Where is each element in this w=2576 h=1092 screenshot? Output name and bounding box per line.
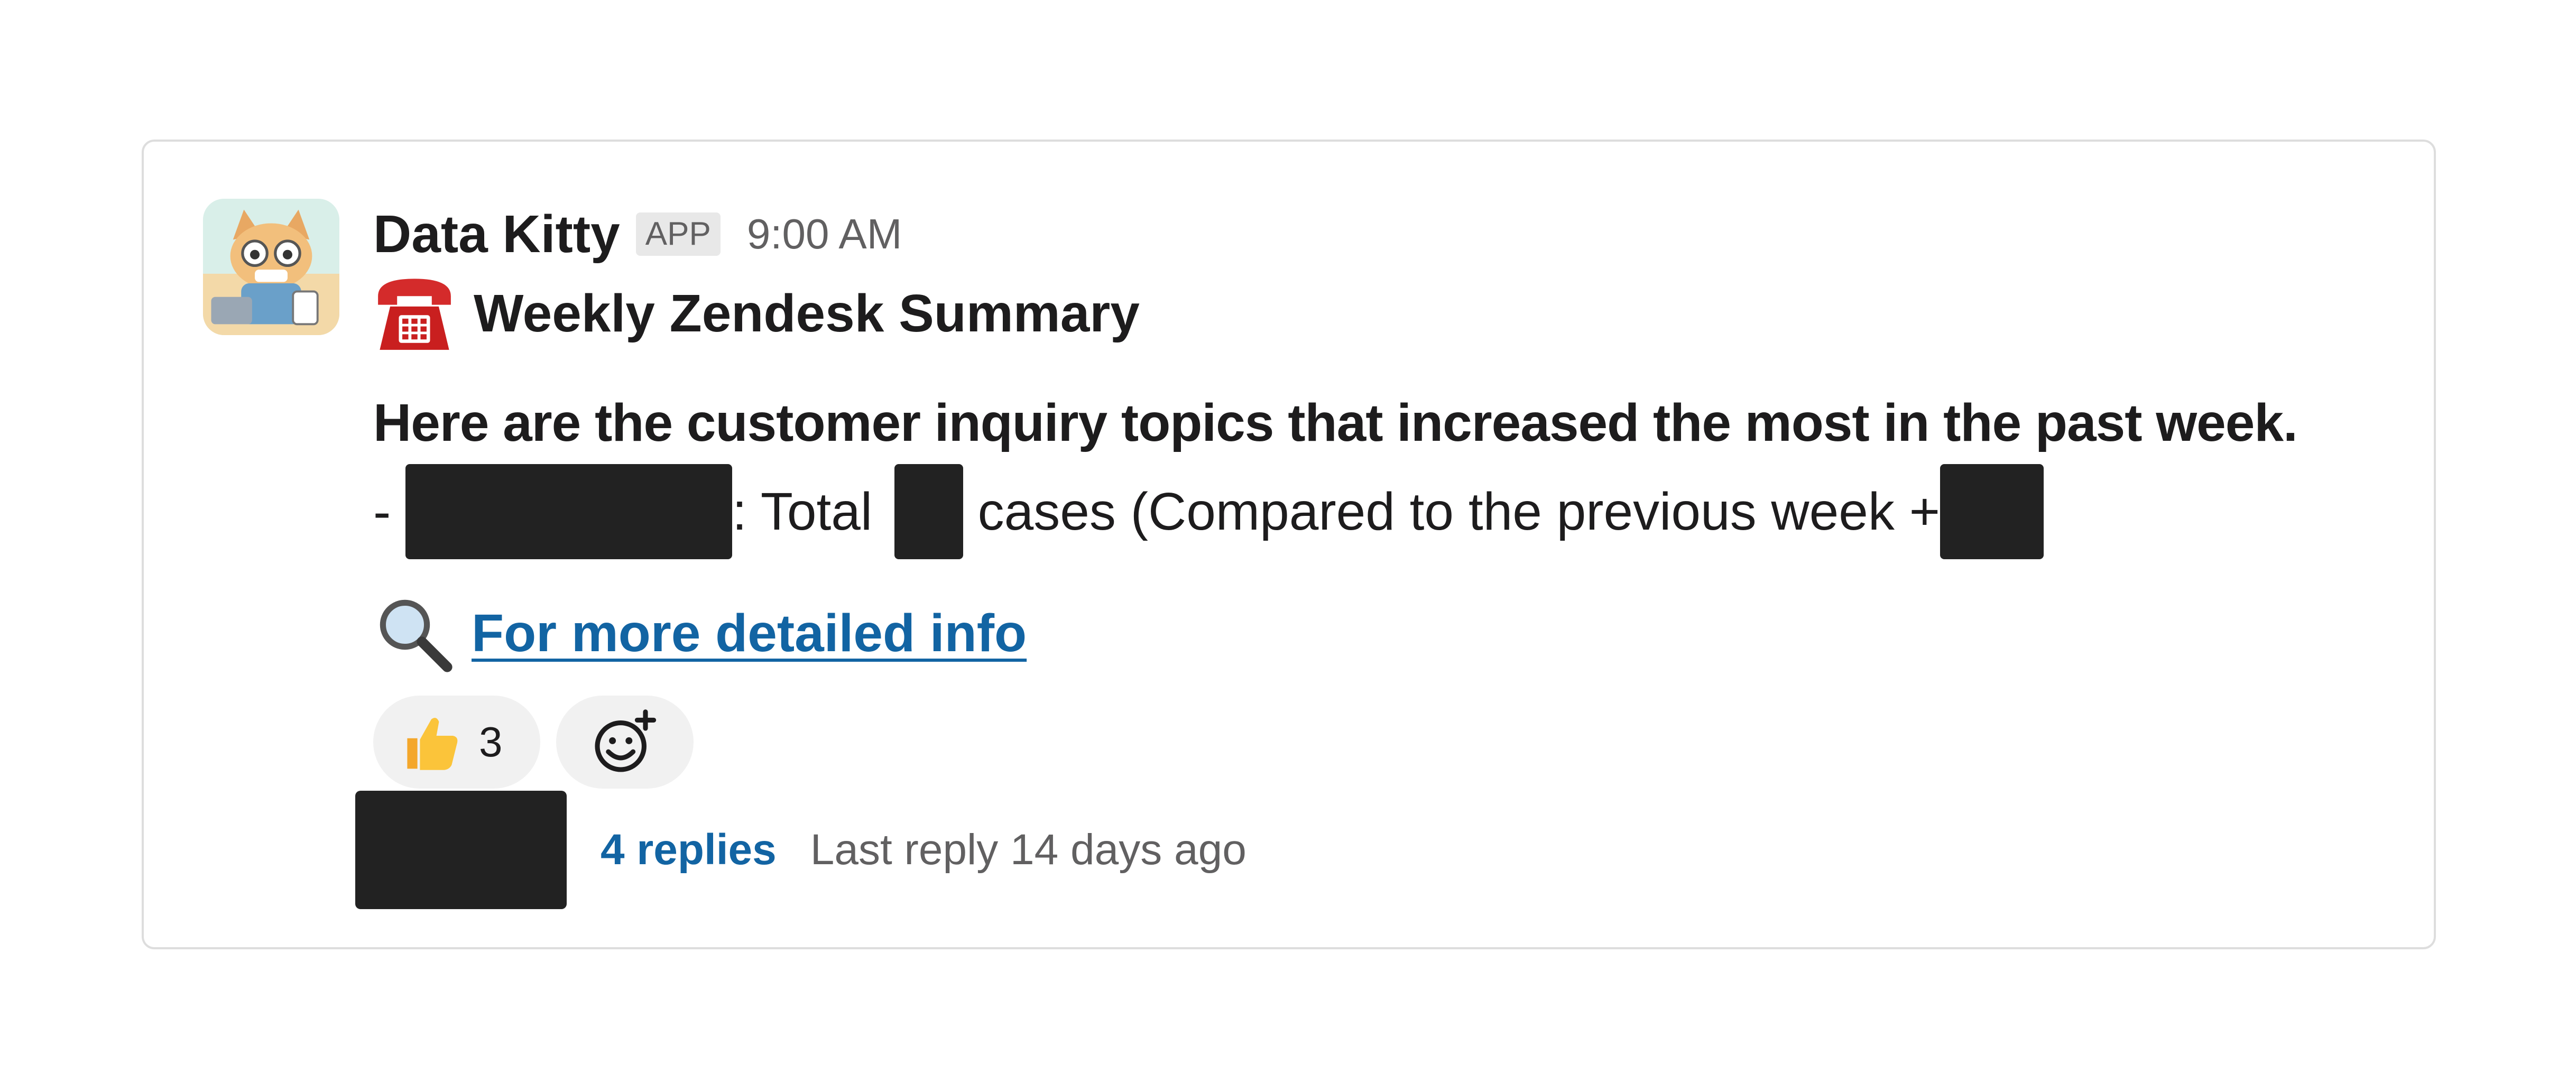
- cat-avatar-icon: [203, 199, 339, 335]
- add-reaction-icon: [595, 709, 657, 772]
- thumbs-up-icon: [407, 718, 458, 770]
- sender-name[interactable]: Data Kitty: [373, 204, 620, 265]
- stat-cases-label: cases (Compared to the previous week +: [963, 482, 1941, 541]
- redacted-topic: [405, 464, 733, 559]
- last-reply-time: Last reply 14 days ago: [810, 826, 1247, 874]
- reaction-thumbs-up[interactable]: 3: [373, 696, 540, 789]
- detail-link-row: For more detailed info: [371, 591, 1027, 675]
- magnifier-icon: [380, 599, 453, 672]
- redacted-increase: [1940, 464, 2044, 559]
- message-card: Data Kitty APP 9:00 AM Weekly Zendesk Su…: [142, 140, 2436, 949]
- detail-info-link[interactable]: For more detailed info: [472, 603, 1027, 664]
- add-reaction-button[interactable]: [556, 696, 694, 789]
- message-timestamp[interactable]: 9:00 AM: [747, 210, 902, 258]
- app-badge: APP: [635, 212, 721, 256]
- message-title-row: Weekly Zendesk Summary: [371, 269, 1140, 358]
- telephone-icon: [378, 279, 451, 350]
- redacted-case-count: [894, 464, 963, 559]
- message-title: Weekly Zendesk Summary: [474, 283, 1140, 343]
- intro-text: Here are the customer inquiry topics tha…: [373, 393, 2298, 452]
- stat-total-label: : Total: [732, 482, 887, 541]
- reply-count-link[interactable]: 4 replies: [601, 825, 777, 875]
- thread-summary[interactable]: 4 replies Last reply 14 days ago: [355, 791, 1247, 909]
- redacted-reply-avatars: [355, 791, 567, 909]
- bot-avatar[interactable]: [203, 199, 339, 335]
- reaction-count: 3: [479, 718, 503, 765]
- stat-line: - : Total cases (Compared to the previou…: [373, 464, 2044, 559]
- stat-prefix: -: [373, 482, 406, 541]
- reaction-bar: 3: [373, 696, 694, 789]
- message-header: Data Kitty APP 9:00 AM: [373, 195, 902, 274]
